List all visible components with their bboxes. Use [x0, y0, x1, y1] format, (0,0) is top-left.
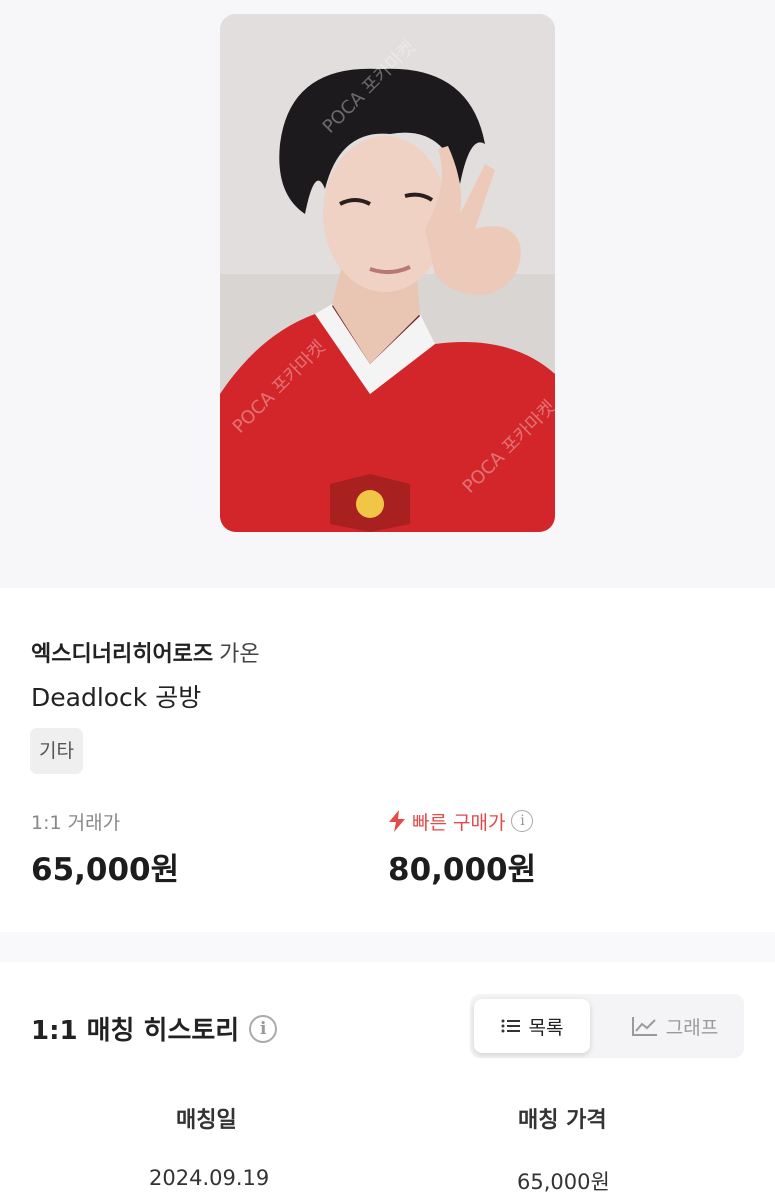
list-icon [501, 1019, 520, 1033]
graph-view-button[interactable]: 그래프 [610, 999, 740, 1053]
info-icon[interactable]: i [249, 1014, 278, 1043]
group-name[interactable]: 엑스디너리히어로즈 [31, 642, 213, 667]
lightning-icon [389, 810, 405, 832]
category-tag[interactable]: 기타 [30, 728, 83, 774]
list-view-label: 목록 [528, 1016, 564, 1039]
graph-view-label: 그래프 [665, 1016, 719, 1039]
fast-buy-label-row: 빠른 구매가 i [388, 808, 536, 834]
info-icon[interactable]: i [511, 810, 534, 832]
fast-buy-price-block[interactable]: 빠른 구매가 i 80,000원 [388, 808, 536, 889]
product-image-area: POCA 포카마켓 POCA 포카마켓 POCA 포카마켓 [0, 0, 775, 588]
matching-history-section: 1:1 매칭 히스토리 i 목록 그래프 매칭일 매칭 가격 2024.09.1… [0, 962, 775, 1200]
row-date: 2024.09.19 [149, 1166, 270, 1190]
artist-line: 엑스디너리히어로즈 가온 [31, 636, 260, 668]
line-chart-icon [631, 1017, 657, 1036]
row-price: 65,000원 [517, 1170, 610, 1194]
product-info: 엑스디너리히어로즈 가온 Deadlock 공방 기타 1:1 거래가 65,00… [0, 588, 775, 932]
member-name[interactable]: 가온 [219, 642, 259, 667]
photocard-image[interactable]: POCA 포카마켓 POCA 포카마켓 POCA 포카마켓 [220, 14, 555, 532]
fast-buy-price-value: 80,000원 [388, 852, 537, 888]
trade-price-label: 1:1 거래가 [31, 811, 121, 834]
view-toggle: 목록 그래프 [470, 994, 744, 1058]
column-header-date: 매칭일 [176, 1108, 237, 1133]
column-header-price: 매칭 가격 [518, 1108, 607, 1133]
list-view-button[interactable]: 목록 [474, 999, 590, 1053]
history-title: 1:1 매칭 히스토리 [31, 1016, 240, 1046]
album-title: Deadlock 공방 [31, 683, 202, 712]
trade-price-block: 1:1 거래가 65,000원 [31, 808, 179, 889]
section-divider [0, 932, 775, 962]
history-title-row: 1:1 매칭 히스토리 i [31, 1010, 278, 1047]
fast-buy-label: 빠른 구매가 [412, 811, 506, 834]
trade-price-value: 65,000원 [31, 852, 180, 888]
